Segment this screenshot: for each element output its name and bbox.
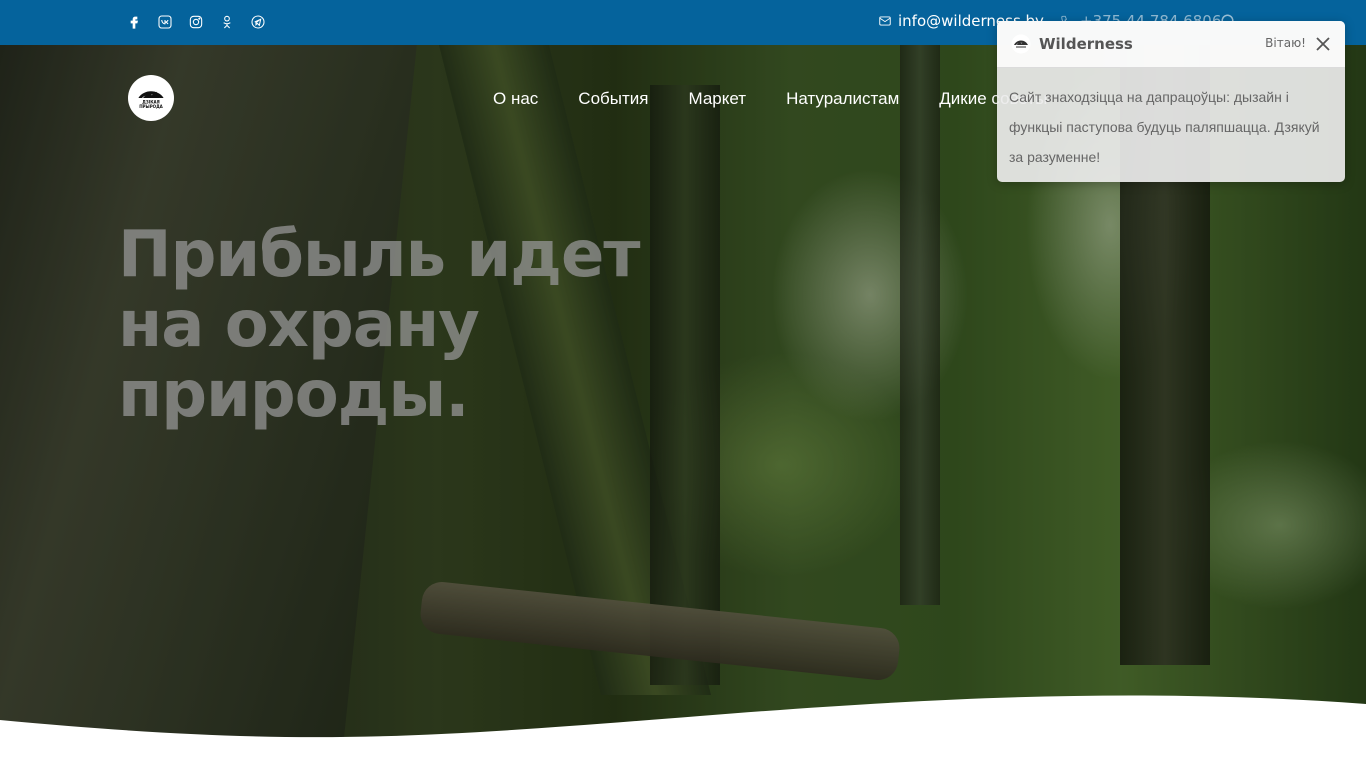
headline-line: на охрану [118,288,480,362]
headline-line: Прибыль идет [118,218,640,292]
logo-icon [1011,34,1031,54]
vk-icon[interactable] [155,12,174,32]
site-logo[interactable]: ДЗІКАЯ ПРЫРОДА [128,75,174,121]
toast-greeting: Вітаю! [1265,36,1306,50]
logo-icon: ДЗІКАЯ ПРЫРОДА [138,91,164,109]
nav-item-market[interactable]: Маркет [688,89,746,109]
telegram-icon[interactable] [248,12,267,32]
nav-item-events[interactable]: События [578,89,648,109]
hero-headline: Прибыль идет на охрану природы. [118,220,678,430]
toast-title: Wilderness [1039,35,1133,53]
wave-divider [0,695,1366,768]
odnoklassniki-icon[interactable] [217,12,236,32]
toast-message: Сайт знаходзіцца на дапрацоўцы: дызайн і… [1009,89,1320,165]
facebook-icon[interactable] [124,12,143,32]
nav-item-naturalists[interactable]: Натуралистам [786,89,899,109]
notification-toast: Wilderness Вітаю! Сайт знаходзіцца на да… [997,21,1345,182]
mail-icon [879,16,891,26]
instagram-icon[interactable] [186,12,205,32]
nav-item-about[interactable]: О нас [493,89,538,109]
close-icon[interactable] [1313,34,1333,54]
toast-header: Wilderness Вітаю! [997,21,1345,68]
headline-line: природы. [118,358,470,432]
svg-text:ПРЫРОДА: ПРЫРОДА [139,104,163,109]
social-links [124,12,267,32]
main-nav: О нас События Маркет Натуралистам Дикие … [493,89,1047,109]
